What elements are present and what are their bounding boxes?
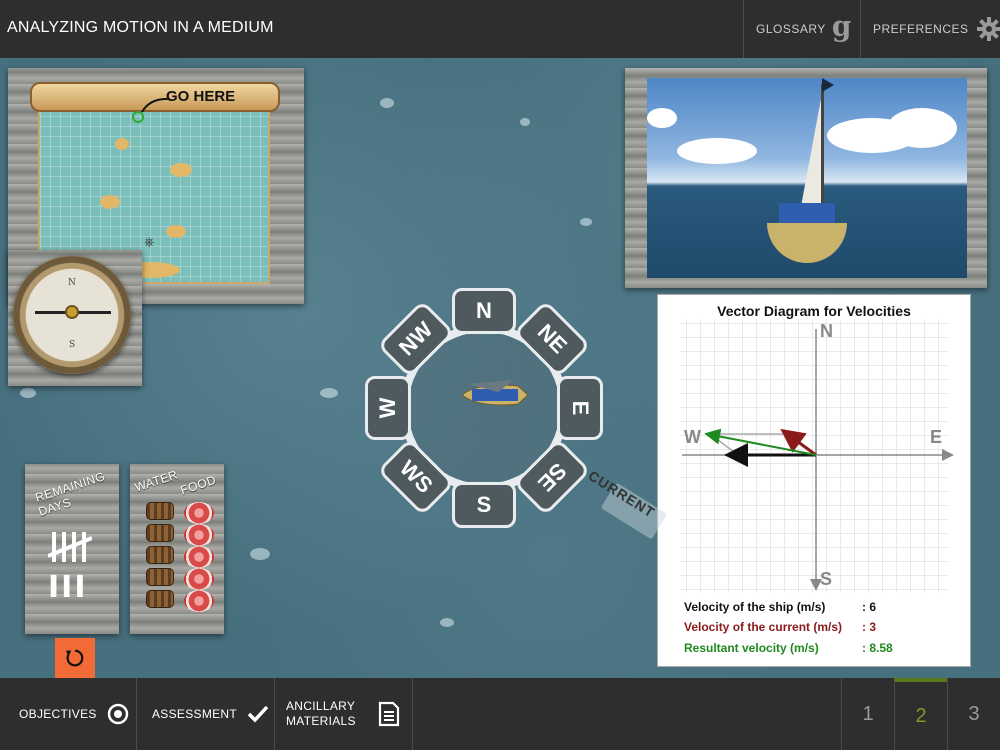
ancillary-materials-button[interactable]: ANCILLARY MATERIALS bbox=[275, 678, 413, 750]
compass-north: N bbox=[68, 278, 76, 288]
reset-button[interactable] bbox=[55, 638, 95, 678]
ship-view-video bbox=[647, 78, 967, 278]
ship-hull bbox=[767, 223, 847, 263]
ancillary-label-line-2: MATERIALS bbox=[286, 714, 356, 728]
food-meat-icon bbox=[184, 524, 214, 546]
food-meat-icon bbox=[184, 502, 214, 524]
document-icon bbox=[378, 701, 400, 727]
foam bbox=[20, 388, 36, 398]
glossary-button[interactable]: GLOSSARY g bbox=[743, 0, 860, 58]
food-meat-icon bbox=[184, 590, 214, 612]
goal-label: GO HERE bbox=[166, 88, 236, 105]
water-barrel-icon bbox=[146, 590, 174, 608]
ship-top-view-icon bbox=[461, 380, 529, 406]
axis-label-west: W bbox=[684, 427, 701, 447]
foam bbox=[580, 218, 592, 226]
days-tally-row-2: III bbox=[48, 570, 88, 605]
glossary-icon: g bbox=[831, 9, 852, 43]
current-velocity-value: : 3 bbox=[862, 620, 877, 634]
compass-south: S bbox=[69, 340, 76, 350]
direction-e-button[interactable]: E bbox=[557, 376, 603, 440]
axis-label-south: S bbox=[820, 569, 833, 589]
top-bar: ANALYZING MOTION IN A MEDIUM GLOSSARY g … bbox=[0, 0, 1000, 58]
water-barrel-icon bbox=[146, 502, 174, 520]
ship-velocity-label: Velocity of the ship (m/s) bbox=[684, 600, 826, 614]
direction-w-button[interactable]: W bbox=[365, 376, 411, 440]
foam bbox=[520, 118, 530, 126]
preferences-button[interactable]: PREFERENCES bbox=[860, 0, 1000, 58]
ship-velocity-value: : 6 bbox=[862, 600, 877, 614]
direction-s-button[interactable]: S bbox=[452, 482, 516, 528]
food-meat-icon bbox=[184, 546, 214, 568]
ship-flag-icon bbox=[822, 78, 834, 92]
axis-label-north: N bbox=[820, 321, 833, 341]
water-barrel-icon bbox=[146, 568, 174, 586]
target-icon bbox=[107, 703, 129, 725]
vector-diagram-panel: Vector Diagram for Velocities N S E W Ve… bbox=[657, 294, 971, 667]
glossary-label: GLOSSARY bbox=[756, 22, 826, 36]
foam bbox=[250, 548, 270, 560]
island bbox=[115, 138, 129, 150]
page-title: ANALYZING MOTION IN A MEDIUM bbox=[7, 19, 274, 36]
assessment-button[interactable]: ASSESSMENT bbox=[137, 678, 275, 750]
tally-five-icon bbox=[47, 532, 93, 562]
vector-diagram-title: Vector Diagram for Velocities bbox=[717, 303, 911, 319]
island bbox=[166, 225, 186, 238]
goal-marker-icon bbox=[132, 111, 144, 123]
checkmark-icon bbox=[247, 705, 269, 723]
cloud bbox=[887, 108, 957, 148]
reset-icon bbox=[65, 649, 84, 667]
ship-position-icon: ⎈ bbox=[144, 234, 155, 249]
water-barrel-icon bbox=[146, 546, 174, 564]
foam bbox=[380, 98, 394, 108]
page-1-button[interactable]: 1 bbox=[841, 678, 894, 750]
compass-icon: N S bbox=[13, 256, 131, 374]
page-2-button[interactable]: 2 bbox=[894, 678, 947, 750]
ancillary-label: ANCILLARY MATERIALS bbox=[286, 699, 366, 729]
cloud bbox=[647, 108, 677, 128]
assessment-label: ASSESSMENT bbox=[152, 707, 238, 721]
preferences-label: PREFERENCES bbox=[873, 22, 969, 36]
days-tally: III bbox=[47, 530, 93, 605]
days-tally-row-1 bbox=[47, 530, 93, 572]
island bbox=[170, 163, 192, 177]
island bbox=[100, 195, 120, 209]
ancillary-label-line-1: ANCILLARY bbox=[286, 699, 356, 713]
water-barrel-icon bbox=[146, 524, 174, 542]
resultant-velocity-value: : 8.58 bbox=[862, 641, 893, 655]
direction-n-button[interactable]: N bbox=[452, 288, 516, 334]
foam bbox=[440, 618, 454, 627]
bottom-bar: OBJECTIVES ASSESSMENT ANCILLARY MATERIAL… bbox=[0, 678, 1000, 750]
current-velocity-label: Velocity of the current (m/s) bbox=[684, 620, 843, 634]
objectives-label: OBJECTIVES bbox=[19, 707, 97, 721]
resultant-velocity-label: Resultant velocity (m/s) bbox=[684, 641, 819, 655]
compass-hub bbox=[65, 305, 79, 319]
foam bbox=[320, 388, 338, 398]
food-meat-icon bbox=[184, 568, 214, 590]
gear-icon bbox=[976, 17, 1000, 41]
axis-label-east: E bbox=[930, 427, 943, 447]
cloud bbox=[677, 138, 757, 164]
page-3-button[interactable]: 3 bbox=[947, 678, 1000, 750]
objectives-button[interactable]: OBJECTIVES bbox=[0, 678, 137, 750]
